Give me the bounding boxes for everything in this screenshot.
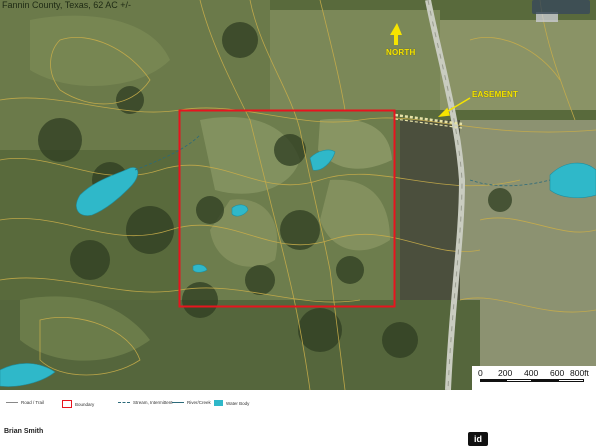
legend-item-water: Water Body [214, 400, 249, 406]
scale-tick: 0 [478, 368, 483, 378]
boundary-polygon-icon [62, 400, 72, 408]
legend-label: Road / Trail [21, 400, 45, 405]
scale-segment [506, 379, 532, 382]
page-title: Fannin County, Texas, 62 AC +/- [2, 0, 131, 10]
legend-item-road: Road / Trail [6, 400, 44, 405]
legend-label: Water Body [226, 400, 250, 406]
legend-label: River/Creek [187, 400, 211, 405]
scale-segment [480, 379, 506, 382]
scale-tick: 200 [498, 368, 513, 378]
scale-bar: 0 200 400 600 800ft [472, 366, 596, 390]
agent-name: Brian Smith [4, 428, 44, 435]
aerial-imagery [0, 0, 596, 390]
scale-segment [532, 379, 558, 382]
map-view[interactable]: Fannin County, Texas, 62 AC +/- NORTH EA… [0, 0, 596, 390]
legend-item-river: River/Creek [172, 400, 211, 405]
easement-label: EASEMENT [472, 90, 519, 99]
water-polygon-icon [214, 400, 223, 406]
stream-line-icon [118, 402, 130, 403]
scale-tick: 400 [524, 368, 539, 378]
north-label: NORTH [386, 48, 416, 57]
legend-label: Stream, Intermittent [133, 400, 173, 405]
river-line-icon [172, 402, 184, 403]
scale-tick: 600 [550, 368, 565, 378]
company-logo [532, 0, 590, 14]
scale-tick: 800ft [570, 368, 589, 378]
road-line-icon [6, 402, 18, 403]
legend-label: Boundary [75, 401, 95, 407]
scale-segment [558, 379, 584, 382]
id-badge-logo: id [468, 432, 488, 446]
map-legend: Road / Trail Boundary Stream, Intermitte… [0, 392, 596, 414]
page-footer: Brian Smith id [0, 428, 596, 446]
legend-item-stream: Stream, Intermittent [118, 400, 173, 405]
legend-item-boundary: Boundary [62, 400, 94, 408]
